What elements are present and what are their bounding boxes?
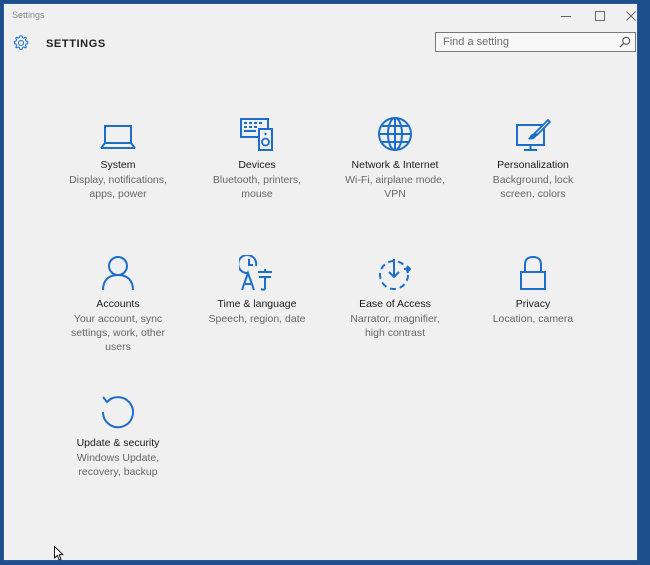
refresh-icon	[101, 396, 134, 429]
tile-description-line: settings, work, other	[71, 327, 165, 339]
tile-description-line: Narrator, magnifier,	[350, 313, 440, 325]
tile-description-line: users	[105, 341, 131, 353]
paint-brush-icon	[516, 118, 551, 151]
tile-description: Windows Update, recovery, backup	[55, 451, 181, 479]
tile-description: Speech, region, date	[194, 312, 320, 326]
tile-description: Display, notifications, apps, power	[55, 173, 181, 201]
close-icon	[626, 11, 636, 21]
gear-icon	[13, 35, 29, 50]
tile-description-line: Location, camera	[492, 313, 574, 325]
tile-description: Narrator, magnifier, high contrast	[332, 312, 458, 340]
globe-icon	[378, 117, 412, 151]
close-button[interactable]	[616, 6, 646, 26]
search-box[interactable]	[435, 32, 636, 52]
tile-description: Bluetooth, printers, mouse	[194, 173, 320, 201]
tile-label: Personalization	[497, 159, 569, 171]
laptop-icon	[100, 125, 136, 149]
tile-description-line: Your account, sync	[73, 313, 163, 325]
page-title: SETTINGS	[46, 38, 106, 50]
tile-description-line: apps, power	[89, 188, 147, 200]
tile-description-line: VPN	[384, 188, 406, 200]
tile-accounts[interactable]: Accounts Your account, sync settings, wo…	[55, 253, 181, 354]
tile-time-language[interactable]: Time & language Speech, region, date	[194, 253, 320, 326]
keyboard-speaker-icon	[240, 118, 273, 151]
tile-label: Privacy	[515, 298, 551, 310]
lock-icon	[520, 255, 546, 290]
tile-privacy[interactable]: Privacy Location, camera	[470, 253, 596, 326]
search-icon[interactable]	[619, 36, 631, 48]
tile-network-internet[interactable]: Network & Internet Wi-Fi, airplane mode,…	[332, 114, 458, 201]
tile-description-line: Speech, region, date	[208, 313, 306, 325]
clock-language-icon	[239, 255, 272, 291]
tile-label: Devices	[238, 159, 276, 171]
tile-label: Accounts	[96, 298, 140, 310]
tile-ease-of-access[interactable]: Ease of Access Narrator, magnifier, high…	[332, 253, 458, 340]
tile-description: Wi-Fi, airplane mode, VPN	[332, 173, 458, 201]
tile-label: System	[100, 159, 136, 171]
tile-description-line: Background, lock	[492, 174, 574, 186]
search-input[interactable]	[436, 33, 623, 51]
settings-window: Settings SETTINGS System	[3, 3, 638, 561]
tile-label: Update & security	[76, 437, 160, 449]
tile-description-line: Windows Update,	[76, 452, 160, 464]
person-icon	[102, 256, 134, 291]
tile-description-line: high contrast	[364, 327, 426, 339]
tile-system[interactable]: System Display, notifications, apps, pow…	[55, 114, 181, 201]
tile-description-line: Display, notifications,	[69, 174, 167, 186]
tile-description-line: recovery, backup	[78, 466, 158, 478]
maximize-icon	[595, 11, 605, 21]
tile-label: Time & language	[217, 298, 297, 310]
tile-label: Ease of Access	[359, 298, 431, 310]
maximize-button[interactable]	[585, 6, 615, 26]
tile-update-security[interactable]: Update & security Windows Update, recove…	[55, 392, 181, 479]
tile-description-line: mouse	[241, 188, 273, 200]
tile-devices[interactable]: Devices Bluetooth, printers, mouse	[194, 114, 320, 201]
tile-description-line: Wi-Fi, airplane mode,	[345, 174, 445, 186]
minimize-button[interactable]	[551, 6, 581, 26]
tile-description-line: Bluetooth, printers,	[212, 174, 302, 186]
tile-description: Location, camera	[470, 312, 596, 326]
minimize-icon	[561, 16, 571, 17]
title-bar[interactable]: Settings	[4, 4, 637, 26]
tile-description: Your account, sync settings, work, other…	[55, 312, 181, 354]
tile-description: Background, lock screen, colors	[470, 173, 596, 201]
mouse-cursor-icon	[54, 546, 64, 561]
tile-description-line: screen, colors	[500, 188, 566, 200]
tile-label: Network & Internet	[351, 159, 439, 171]
window-title: Settings	[12, 10, 45, 20]
ease-of-access-icon	[379, 259, 412, 290]
tile-personalization[interactable]: Personalization Background, lock screen,…	[470, 114, 596, 201]
